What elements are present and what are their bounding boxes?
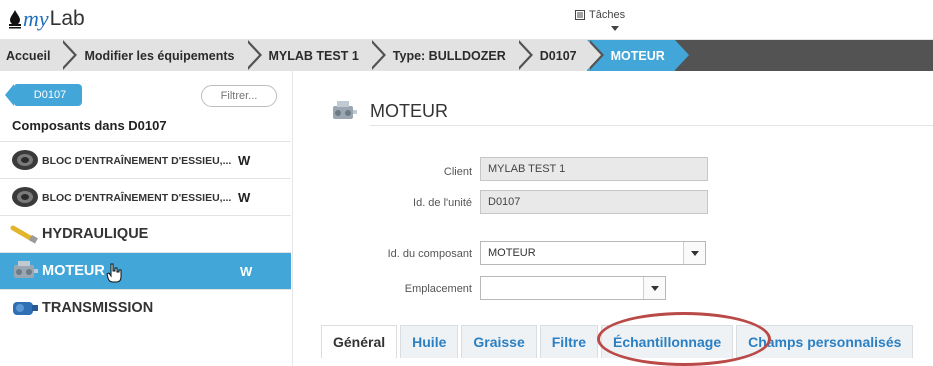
- component-id-select[interactable]: MOTEUR: [480, 241, 706, 265]
- tab-huile[interactable]: Huile: [400, 325, 459, 358]
- component-item-axle-drive-1[interactable]: BLOC D'ENTRAÎNEMENT D'ESSIEU,... W: [0, 141, 291, 178]
- filter-input[interactable]: [201, 85, 277, 107]
- tasks-label: Tâches: [589, 9, 626, 21]
- components-title: Composants dans D0107: [12, 118, 167, 133]
- transmission-icon: [13, 302, 38, 315]
- component-panel: D0107 Composants dans D0107 BLOC D'ENTRA…: [0, 71, 293, 366]
- unit-id-field: D0107: [480, 190, 708, 214]
- client-label: Client: [443, 166, 472, 178]
- hand-cursor-icon: [106, 263, 122, 283]
- logo-text-lab: Lab: [49, 7, 85, 30]
- component-item-transmission[interactable]: TRANSMISSION: [0, 289, 291, 326]
- breadcrumb-customer[interactable]: MYLAB TEST 1: [244, 40, 387, 71]
- app-logo[interactable]: my Lab: [8, 6, 85, 32]
- app-header: my Lab Tâches: [0, 0, 933, 40]
- axle-drive-icon: [12, 150, 38, 170]
- breadcrumb: Accueil Modifier les équipements MYLAB T…: [0, 40, 933, 71]
- component-label: HYDRAULIQUE: [42, 226, 149, 242]
- tasks-menu[interactable]: Tâches: [575, 9, 625, 21]
- hydraulic-hose-icon: [10, 225, 38, 244]
- parent-unit-tag[interactable]: D0107: [5, 84, 82, 106]
- component-list: BLOC D'ENTRAÎNEMENT D'ESSIEU,... W BLOC …: [0, 141, 291, 326]
- component-label: BLOC D'ENTRAÎNEMENT D'ESSIEU,...: [42, 192, 232, 204]
- chevron-down-icon[interactable]: [683, 242, 705, 264]
- chevron-down-icon[interactable]: [643, 277, 665, 299]
- component-flag: W: [238, 190, 251, 205]
- breadcrumb-edit-equipment[interactable]: Modifier les équipements: [60, 40, 262, 71]
- component-id-label: Id. du composant: [387, 248, 472, 260]
- engine-icon: [333, 101, 357, 119]
- component-label: TRANSMISSION: [42, 300, 154, 316]
- tab-filtre[interactable]: Filtre: [539, 325, 598, 358]
- tab-graisse[interactable]: Graisse: [461, 325, 537, 358]
- client-field: MYLAB TEST 1: [480, 157, 708, 181]
- component-item-hydraulique[interactable]: HYDRAULIQUE: [0, 215, 291, 252]
- component-id-value: MOTEUR: [488, 247, 536, 259]
- location-select[interactable]: [480, 276, 666, 300]
- tasks-list-icon: [575, 10, 585, 20]
- component-item-moteur[interactable]: MOTEUR W: [0, 252, 291, 289]
- component-label: MOTEUR: [42, 263, 105, 279]
- breadcrumb-home[interactable]: Accueil: [0, 40, 79, 71]
- component-flag: W: [238, 153, 251, 168]
- component-item-axle-drive-2[interactable]: BLOC D'ENTRAÎNEMENT D'ESSIEU,... W: [0, 178, 291, 215]
- page-title: MOTEUR: [370, 101, 448, 121]
- component-flag: W: [240, 264, 253, 279]
- component-label: BLOC D'ENTRAÎNEMENT D'ESSIEU,...: [42, 155, 232, 167]
- logo-text-my: my: [23, 6, 49, 31]
- tab-general[interactable]: Général: [321, 325, 398, 358]
- droplet-icon: [9, 10, 21, 29]
- breadcrumb-type[interactable]: Type: BULLDOZER: [368, 40, 533, 71]
- highlight-annotation: [597, 312, 771, 366]
- chevron-down-icon[interactable]: [611, 26, 619, 31]
- divider: [370, 125, 933, 126]
- axle-drive-icon: [12, 187, 38, 207]
- engine-icon: [14, 261, 38, 278]
- location-label: Emplacement: [404, 283, 472, 295]
- unit-id-label: Id. de l'unité: [413, 197, 472, 209]
